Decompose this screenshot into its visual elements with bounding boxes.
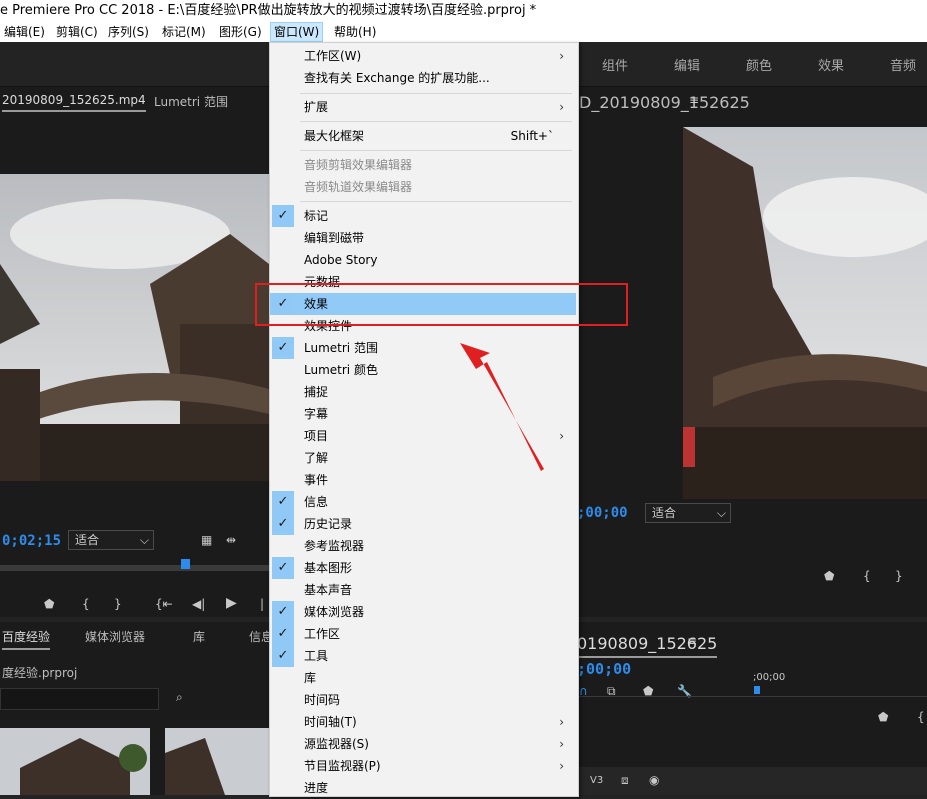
annotation-arrow-icon — [460, 343, 544, 471]
